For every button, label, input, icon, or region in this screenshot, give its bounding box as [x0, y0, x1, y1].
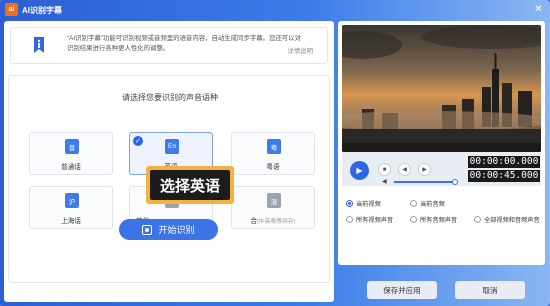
cantonese-icon: 粤: [267, 139, 281, 154]
info-tag-icon: [34, 37, 44, 53]
mandarin-icon: 普: [65, 139, 79, 154]
next-frame-button[interactable]: ▶: [418, 163, 431, 176]
title-bar: ai AI识别字幕 ✕: [0, 0, 550, 20]
mixed-language-icon: 混: [267, 193, 281, 208]
radio-selected: [346, 200, 353, 207]
scan-icon: [142, 224, 153, 235]
time-current: 00:00:00.000: [468, 156, 540, 168]
lang-label-mandarin: 普通话: [61, 164, 81, 171]
option-label: 当前视频: [356, 201, 381, 208]
radio: [410, 216, 417, 223]
save-apply-button[interactable]: 保存并应用: [367, 281, 437, 299]
start-button-label: 开始识别: [158, 225, 195, 235]
radio: [410, 200, 417, 207]
player-controls: ▶ ■ ◀ ▶ ◀ 00:00:00.000 00:00:45.000: [342, 152, 541, 186]
option-label: 当前音频: [420, 201, 445, 208]
lang-label-cantonese: 粤语: [266, 164, 280, 171]
info-box: “AI识别字幕”功能可识别视频或音频里的语音内容，自动生成同步字幕。您还可以对 …: [10, 27, 328, 64]
lang-card-mandarin[interactable]: 普 普通话: [29, 132, 113, 175]
play-button[interactable]: ▶: [350, 161, 369, 180]
english-icon: En: [165, 139, 179, 154]
option-label: 所有音频声音: [420, 217, 458, 224]
shanghainese-icon: 沪: [65, 193, 79, 208]
volume-knob[interactable]: [452, 179, 458, 185]
video-preview: [342, 25, 541, 152]
option-current-audio[interactable]: 当前音频: [410, 199, 445, 208]
radio: [474, 216, 481, 223]
lang-card-mixed[interactable]: 混 合(中英粤等并存): [231, 186, 315, 229]
radio: [346, 216, 353, 223]
app-logo-icon: ai: [5, 3, 18, 16]
stop-button[interactable]: ■: [378, 163, 391, 176]
cancel-button[interactable]: 取消: [455, 281, 525, 299]
prev-frame-button[interactable]: ◀: [398, 163, 411, 176]
lang-label-mixed: 合(中英粤等并存): [232, 215, 314, 225]
tooltip-callout: 选择英语: [146, 166, 234, 204]
lang-card-shanghainese[interactable]: 沪 上海话: [29, 186, 113, 229]
option-current-video[interactable]: 当前视频: [346, 199, 381, 208]
check-icon: ✓: [133, 136, 143, 146]
language-select-title: 请选择您要识别的声音语种: [122, 93, 218, 102]
option-label: 所有视频声音: [356, 217, 394, 224]
preview-panel: ▶ ■ ◀ ▶ ◀ 00:00:00.000 00:00:45.000 当前视频…: [338, 21, 545, 265]
city-skyline-image: [342, 25, 541, 152]
volume-icon: ◀: [382, 179, 387, 185]
option-all-video[interactable]: 所有视频声音: [346, 215, 393, 224]
option-all-video-audio[interactable]: 全部视频和音频声音: [474, 215, 540, 224]
option-all-audio[interactable]: 所有音频声音: [410, 215, 457, 224]
lang-card-cantonese[interactable]: 粤 粤语: [231, 132, 315, 175]
left-panel: “AI识别字幕”功能可识别视频或音频里的语音内容，自动生成同步字幕。您还可以对 …: [4, 21, 334, 302]
option-label: 全部视频和音频声音: [484, 217, 540, 224]
close-button[interactable]: ✕: [533, 4, 544, 15]
lang-label-mixed-sub: (中英粤等并存): [256, 219, 296, 225]
info-text-line-1: “AI识别字幕”功能可识别视频或音频里的语音内容，自动生成同步字幕。您还可以对: [67, 35, 301, 42]
details-link[interactable]: 详情说明: [287, 46, 313, 55]
time-total: 00:00:45.000: [468, 170, 540, 182]
app-window: ai AI识别字幕 ✕ “AI识别字幕”功能可识别视频或音频里的语音内容，自动生…: [0, 0, 550, 306]
lang-label-shanghainese: 上海话: [61, 218, 81, 225]
start-recognition-button[interactable]: 开始识别: [119, 219, 218, 240]
window-title: AI识别字幕: [22, 6, 62, 15]
volume-slider[interactable]: [394, 181, 456, 183]
tooltip-text: 选择英语: [150, 170, 230, 200]
lang-label-mixed-main: 合: [250, 218, 257, 225]
